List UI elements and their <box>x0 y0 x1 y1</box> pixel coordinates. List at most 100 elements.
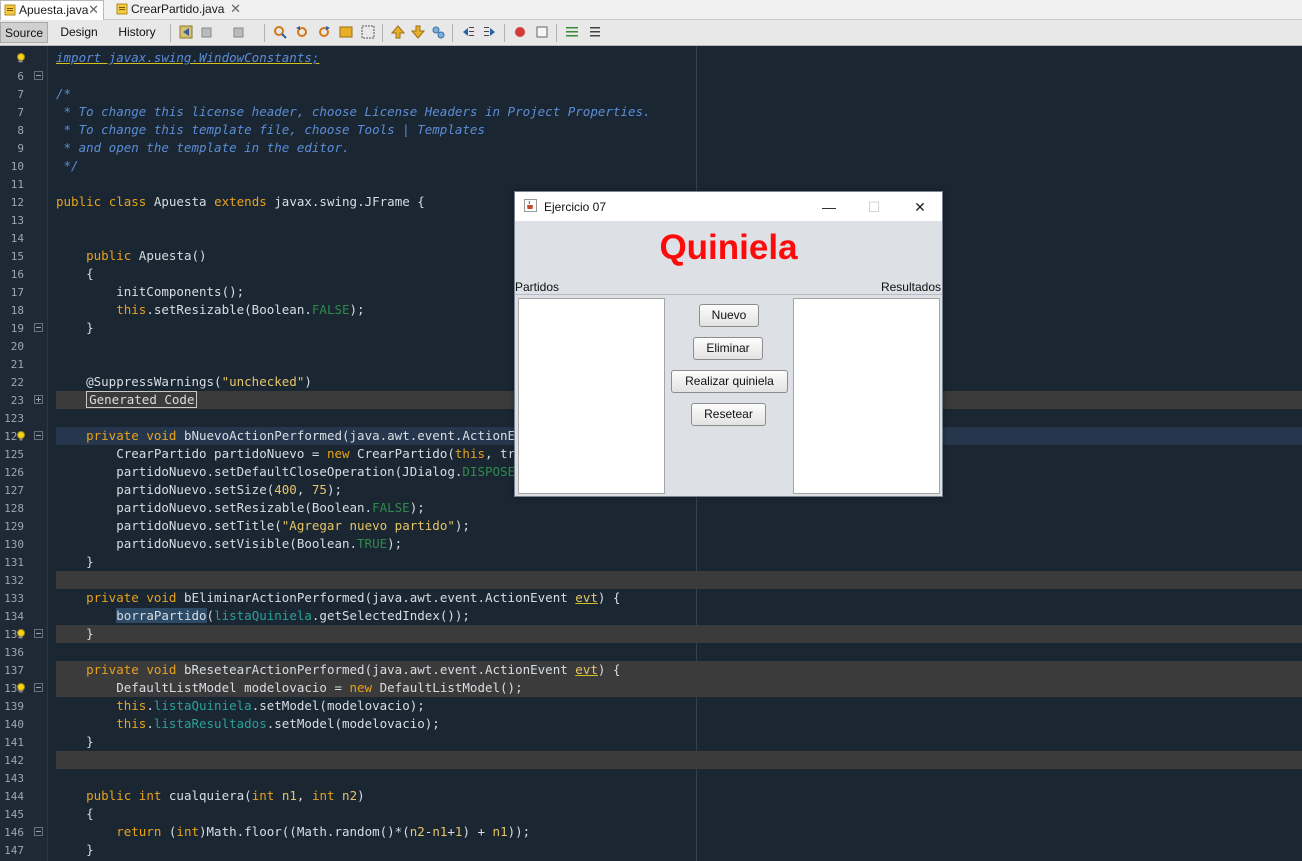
resetear-button[interactable]: Resetear <box>691 403 766 426</box>
find-icon[interactable] <box>272 24 288 40</box>
shift-right-icon[interactable] <box>482 24 498 40</box>
java-file-icon <box>116 3 128 15</box>
collapse-fold-icon[interactable] <box>34 827 43 836</box>
line-number: 131 <box>4 556 24 569</box>
code-token: , <box>296 788 312 803</box>
find-next-icon[interactable] <box>316 24 332 40</box>
nuevo-button[interactable]: Nuevo <box>699 304 759 327</box>
lista-resultados[interactable] <box>793 298 940 494</box>
resultados-label: Resultados <box>880 280 941 294</box>
line-number: 136 <box>4 646 24 659</box>
shift-left-icon[interactable] <box>460 24 476 40</box>
code-token: class <box>108 194 154 209</box>
line-number: 128 <box>4 502 24 515</box>
previous-bookmark-icon[interactable] <box>390 24 406 40</box>
history-view-button[interactable]: History <box>110 22 164 43</box>
rectangular-selection-icon[interactable] <box>360 24 376 40</box>
code-token: n1 <box>281 788 297 803</box>
partidos-label: Partidos <box>515 280 560 294</box>
line-number: 144 <box>4 790 24 803</box>
lista-quiniela[interactable] <box>518 298 665 494</box>
code-line: public Apuesta() <box>56 247 207 265</box>
close-icon[interactable]: ✕ <box>88 1 99 19</box>
start-macro-icon[interactable] <box>512 24 528 40</box>
window-title-bar[interactable]: Ejercicio 07 — ☐ ✕ <box>515 192 942 221</box>
code-token: ) <box>357 788 365 803</box>
code-token: ) { <box>597 662 621 677</box>
code-line: return (int)Math.floor((Math.random()*(n… <box>56 823 530 841</box>
eliminar-button[interactable]: Eliminar <box>693 337 763 360</box>
line-number: 146 <box>4 826 24 839</box>
source-view-button[interactable]: Source <box>0 22 48 43</box>
code-token: FALSE <box>372 500 410 515</box>
code-token: "Agregar nuevo partido" <box>281 518 455 533</box>
header-divider <box>515 294 942 295</box>
find-previous-icon[interactable] <box>294 24 310 40</box>
code-token: void <box>146 590 184 605</box>
maximize-button[interactable]: ☐ <box>859 196 889 218</box>
collapse-fold-icon[interactable] <box>34 71 43 80</box>
hint-lightbulb-icon[interactable] <box>15 682 27 694</box>
line-number: 147 <box>4 844 24 857</box>
code-token: Apuesta() <box>138 248 207 263</box>
line-number: 123 <box>4 412 24 425</box>
stop-macro-icon[interactable] <box>534 24 550 40</box>
code-token: . <box>146 716 154 731</box>
code-line: * To change this template file, choose T… <box>56 121 485 139</box>
tab-apuesta-java[interactable]: Apuesta.java ✕ <box>0 0 104 20</box>
code-token: private <box>56 590 147 605</box>
hint-lightbulb-icon[interactable] <box>15 52 27 64</box>
code-token: { <box>56 266 94 281</box>
code-line: partidoNuevo.setVisible(Boolean.TRUE); <box>56 535 402 553</box>
code-token: { <box>56 806 94 821</box>
code-token: this <box>56 698 147 713</box>
collapse-fold-icon[interactable] <box>34 683 43 692</box>
line-number: 141 <box>4 736 24 749</box>
forward-icon[interactable] <box>232 24 248 40</box>
last-edit-icon[interactable] <box>178 24 194 40</box>
minimize-button[interactable]: — <box>814 196 844 218</box>
next-bookmark-icon[interactable] <box>410 24 426 40</box>
code-token: , <box>296 482 312 497</box>
design-view-button[interactable]: Design <box>52 22 106 43</box>
hint-lightbulb-icon[interactable] <box>15 430 27 442</box>
uncomment-icon[interactable] <box>586 24 602 40</box>
line-number: 137 <box>4 664 24 677</box>
tab-crearpartido-java[interactable]: CrearPartido.java ✕ <box>113 0 245 20</box>
code-token: } <box>56 842 94 857</box>
collapse-fold-icon[interactable] <box>34 323 43 332</box>
collapse-fold-icon[interactable] <box>34 431 43 440</box>
code-line: partidoNuevo.setTitle("Agregar nuevo par… <box>56 517 470 535</box>
back-icon[interactable] <box>200 24 216 40</box>
code-token: /* <box>56 86 72 101</box>
comment-icon[interactable] <box>564 24 580 40</box>
line-number: 19 <box>10 322 24 335</box>
code-token: n2 <box>342 788 358 803</box>
toggle-bookmark-icon[interactable] <box>430 24 446 40</box>
toggle-highlight-icon[interactable] <box>338 24 354 40</box>
code-token: ); <box>387 536 403 551</box>
code-token: Apuesta <box>153 194 215 209</box>
collapse-fold-icon[interactable] <box>34 629 43 638</box>
line-number: 142 <box>4 754 24 767</box>
close-button[interactable]: ✕ <box>905 196 935 218</box>
close-icon[interactable]: ✕ <box>230 0 241 18</box>
toolbar-separator <box>170 24 171 42</box>
code-token: borraPartido <box>116 608 207 623</box>
code-line: } <box>56 625 94 643</box>
hint-lightbulb-icon[interactable] <box>15 628 27 640</box>
highlighted-line <box>56 625 1302 643</box>
code-token: public <box>56 788 139 803</box>
expand-fold-icon[interactable] <box>34 395 43 404</box>
code-token: partidoNuevo.setDefaultCloseOperation(JD… <box>56 464 463 479</box>
code-line: DefaultListModel modelovacio = new Defau… <box>56 679 522 697</box>
code-token: ); <box>454 518 470 533</box>
line-number: 125 <box>4 448 24 461</box>
tab-label: Apuesta.java <box>19 3 89 17</box>
code-token: ); <box>349 302 365 317</box>
realizar-quiniela-button[interactable]: Realizar quiniela <box>671 370 788 393</box>
toolbar-separator <box>452 24 453 42</box>
line-number: 18 <box>10 304 24 317</box>
code-token: .setModel(modelovacio); <box>251 698 425 713</box>
line-number: 15 <box>10 250 24 263</box>
